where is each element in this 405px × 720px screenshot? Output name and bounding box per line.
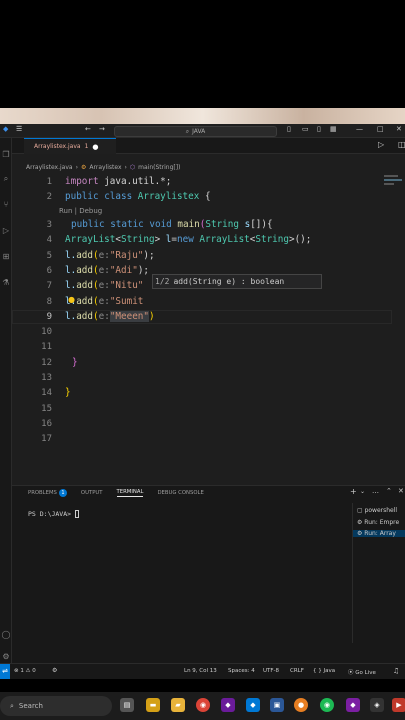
language-mode[interactable]: { } Java [313,668,335,674]
tab-terminal[interactable]: TERMINAL [116,489,144,497]
taskbar-search[interactable]: ⌕ Search [0,696,112,716]
search-icon: ⌕ [10,701,14,710]
new-terminal-icon[interactable]: + [350,487,357,496]
line-number: 4 [46,235,52,245]
run-debug-icon[interactable]: ▷ [1,226,11,236]
line-number: 2 [46,192,52,202]
tab-output[interactable]: OUTPUT [81,490,103,496]
indentation-status[interactable]: Spaces: 4 [228,668,255,674]
code-line-current: l.add(e:"Meeen") [65,311,155,322]
signature-text: add(String e) : boolean [173,277,285,286]
line-number: 9 [46,312,52,322]
code-line: l.add(e:"Nitu" [65,280,144,291]
close-panel-icon[interactable]: ✕ [398,487,404,495]
go-live-button[interactable]: ⦿ Go Live [348,668,376,676]
vscode-logo-icon: ◆ [3,125,9,133]
status-bar: ⇌ ⊗ 1 ⚠ 0 ⚙ Ln 9, Col 13 Spaces: 4 UTF-8… [0,663,405,679]
notifications-bell-icon[interactable]: ♫ [393,667,399,675]
signature-help-popup: 1/2 add(String e) : boolean [152,274,322,289]
bottom-panel: PROBLEMS 1 OUTPUT TERMINAL DEBUG CONSOLE … [12,485,405,663]
minimap[interactable] [384,174,404,185]
cursor-position[interactable]: Ln 9, Col 13 [184,668,217,674]
code-line: l.add(e:"Adi"); [65,265,150,276]
split-editor-icon[interactable]: ◫ [398,140,405,149]
line-number: 15 [41,404,52,414]
app-icon[interactable]: ◆ [346,698,360,712]
manage-gear-icon[interactable]: ⚙ [1,652,11,662]
account-icon[interactable]: ◯ [1,630,11,640]
problems-status[interactable]: ⊗ 1 ⚠ 0 [14,668,36,674]
panel-tabs: PROBLEMS 1 OUTPUT TERMINAL DEBUG CONSOLE [28,489,204,497]
source-control-icon[interactable]: ⑂ [1,200,11,210]
line-number: 17 [41,434,52,444]
maximize-panel-icon[interactable]: ⌃ [386,487,392,495]
app-icon[interactable]: ◆ [221,698,235,712]
file-manager-icon[interactable]: ▤ [120,698,134,712]
line-number: 7 [46,281,52,291]
code-line: l.add(e:"Sumit [65,296,144,307]
problems-badge: 1 [58,489,67,497]
signature-counter[interactable]: 1/2 [155,277,169,286]
extensions-icon[interactable]: ⊞ [1,252,11,262]
codelens-run-debug[interactable]: Run | Debug [59,207,102,215]
eol-status[interactable]: CRLF [290,668,304,674]
close-window-icon[interactable]: ✕ [396,125,402,133]
line-number: 5 [46,251,52,261]
tab-problems[interactable]: PROBLEMS 1 [28,489,67,497]
app-icon[interactable]: ▣ [270,698,284,712]
code-line: public class Arraylistex { [65,191,211,202]
folder-icon[interactable]: ▰ [171,698,185,712]
encoding-status[interactable]: UTF-8 [263,668,279,674]
java-status-icon[interactable]: ⚙ [52,667,57,674]
windows-taskbar: ⌕ Search ▤ ▬ ▰ ◉ ◆ ◆ ▣ ● ◉ ◆ ◈ ▶ [0,692,405,720]
firefox-icon[interactable]: ● [294,698,308,712]
line-number: 10 [41,327,52,337]
terminal-item-run-empre[interactable]: ⚙ Run: Empre [357,519,399,526]
line-number: 13 [41,373,52,383]
code-line: import java.util.*; [65,176,172,187]
code-line: l.add(e:"Raju"); [65,250,155,261]
lightbulb-icon[interactable]: ● [68,295,75,304]
vscode-taskbar-icon[interactable]: ◆ [246,698,260,712]
code-line: } [72,357,78,368]
taskbar-search-label: Search [18,702,43,710]
remote-indicator-icon[interactable]: ⇌ [0,664,10,679]
explorer-icon[interactable]: ❐ [1,150,11,160]
activity-bar: ❐ ⌕ ⑂ ▷ ⊞ ⚗ ◯ ⚙ [0,138,12,664]
line-number: 12 [41,358,52,368]
line-number: 8 [46,297,52,307]
line-number: 3 [46,220,52,230]
chrome-icon[interactable]: ◉ [196,698,210,712]
line-number: 6 [46,266,52,276]
terminal-item-run-array[interactable]: ⚙ Run: Array [353,530,405,537]
code-line: } [65,387,71,398]
line-number: 1 [46,177,52,187]
terminal-prompt[interactable]: PS D:\JAVA> [28,510,79,518]
code-line: ArrayList<String> l=new ArrayList<String… [65,234,312,245]
search-icon[interactable]: ⌕ [1,174,11,184]
app-icon[interactable]: ◈ [370,698,384,712]
chevron-down-icon[interactable]: ⌄ [360,488,365,495]
testing-icon[interactable]: ⚗ [1,278,11,288]
line-number: 11 [41,342,52,352]
app-icon[interactable]: ▶ [392,698,405,712]
file-explorer-icon[interactable]: ▬ [146,698,160,712]
code-line: public static void main(String s[]){ [71,219,273,230]
terminal-list: ▢ powershell ⚙ Run: Empre ⚙ Run: Array [352,503,405,643]
chrome-icon[interactable]: ◉ [320,698,334,712]
line-number: 16 [41,419,52,429]
tab-debug-console[interactable]: DEBUG CONSOLE [157,490,203,496]
line-number: 14 [41,388,52,398]
more-actions-icon[interactable]: … [372,487,379,495]
terminal-cursor [74,510,79,518]
terminal-item-powershell[interactable]: ▢ powershell [357,507,397,514]
